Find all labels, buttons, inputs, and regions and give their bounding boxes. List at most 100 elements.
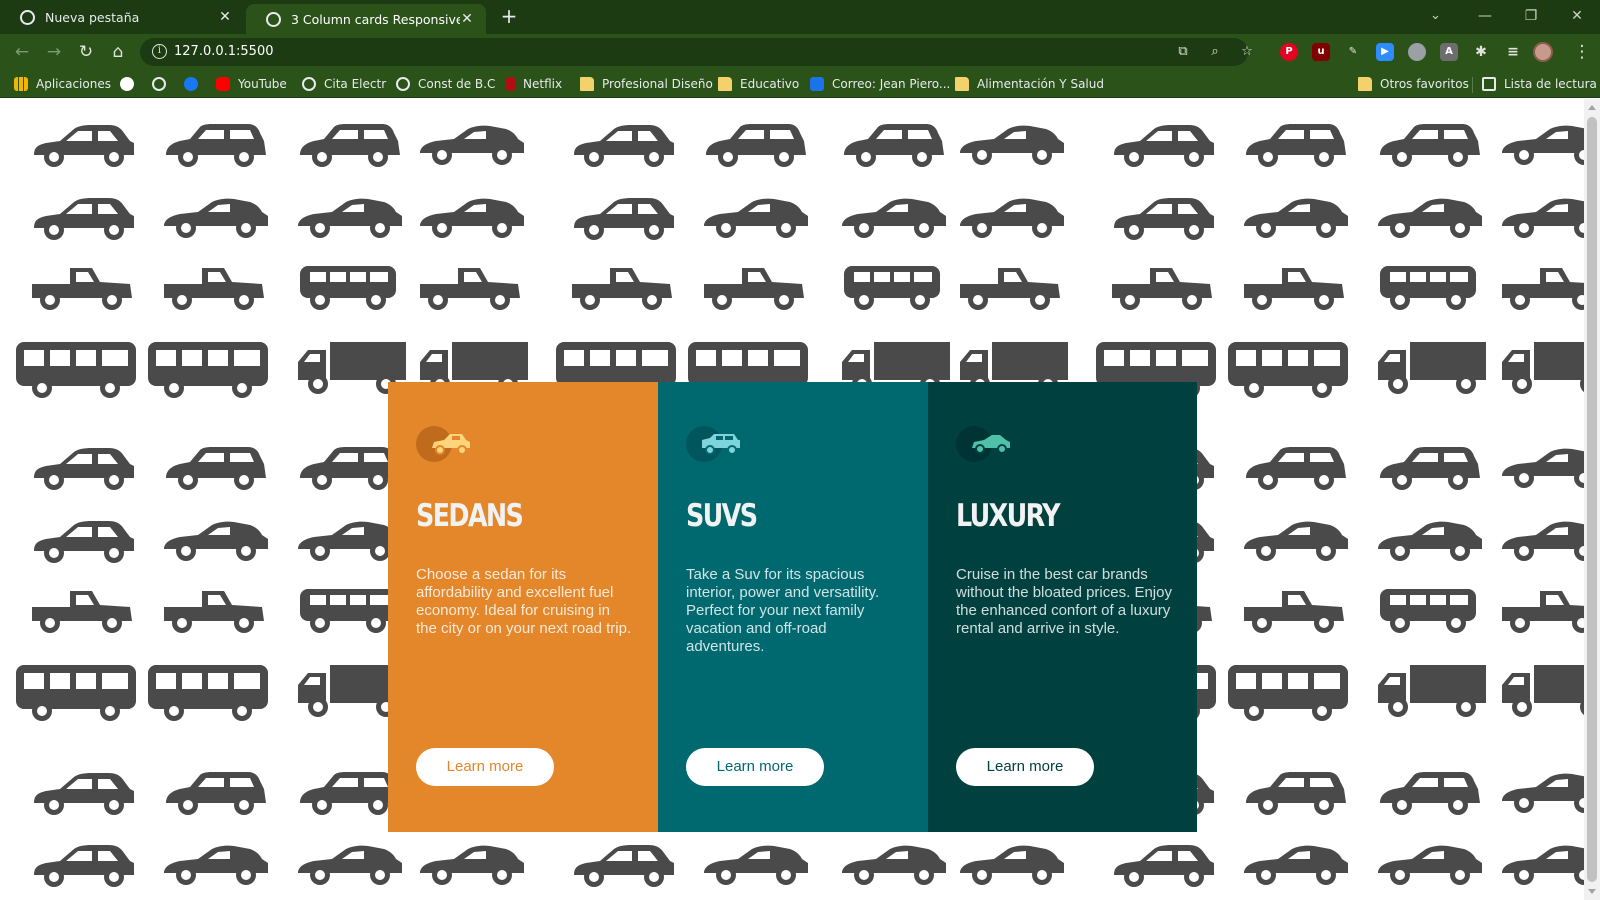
car-silhouette-icon [1502,521,1584,561]
bookmark-star-icon[interactable]: ☆ [1238,43,1256,61]
suv-car-icon [686,424,750,464]
car-silhouette-icon [164,268,264,310]
car-silhouette-icon [1380,589,1476,633]
car-silhouette-icon [420,198,524,238]
card-description-suvs: Take a Suv for its spacious interior, po… [686,566,880,655]
ublock-icon[interactable]: u [1312,43,1330,61]
bookmark-profesional-diseno[interactable]: Profesional Diseño [580,75,713,93]
bookmark-facebook[interactable] [184,75,206,93]
car-silhouette-icon [1380,266,1476,310]
bookmark-educativo[interactable]: Educativo [718,75,799,93]
bookmark-google[interactable] [120,75,142,93]
car-silhouette-icon [1502,665,1584,717]
car-silhouette-icon [1502,342,1584,394]
car-silhouette-icon [1244,198,1348,238]
new-tab-button[interactable]: + [498,6,520,28]
globe-icon [302,77,316,91]
minimize-icon[interactable]: — [1470,5,1500,27]
bookmark-correo[interactable]: Correo: Jean Piero... [810,75,950,93]
home-icon[interactable]: ⌂ [106,40,130,64]
card-title-suvs: SUVS [686,498,758,534]
learn-more-button-sedans[interactable]: Learn more [416,748,554,786]
url-text[interactable]: 127.0.0.1:5500 [174,44,274,59]
pinterest-icon[interactable]: P [1280,43,1298,61]
extension-icon[interactable] [1408,43,1426,61]
reload-icon[interactable]: ↻ [74,40,98,64]
tab-3-column-cards[interactable]: 3 Column cards Responsive ✕ [246,4,486,34]
tab-nueva-pestana[interactable]: Nueva pestaña ✕ [0,0,244,34]
car-silhouette-icon [1502,268,1584,310]
car-silhouette-icon [298,521,402,561]
bookmark-aplicaciones[interactable]: Aplicaciones [14,75,111,93]
car-silhouette-icon [1378,665,1486,717]
back-icon[interactable]: ← [10,40,34,64]
restore-icon[interactable]: ❐ [1516,5,1546,27]
page-scrollbar[interactable] [1584,99,1600,900]
globe-icon [396,77,410,91]
car-silhouette-icon [1228,342,1348,398]
car-silhouette-icon [960,125,1064,165]
bookmark-youtube[interactable]: YouTube [216,75,287,93]
card-title-sedans: SEDANS [416,498,524,534]
car-silhouette-icon [1244,845,1348,885]
outlook-icon [810,77,824,91]
translate-icon[interactable]: ⧉ [1174,43,1192,61]
forward-icon[interactable]: → [42,40,66,64]
profile-avatar[interactable] [1533,42,1553,62]
menu-icon[interactable]: ⋮ [1570,40,1594,64]
car-silhouette-icon [300,772,400,815]
car-silhouette-icon [148,342,268,398]
zoom-icon[interactable]: ⌕ [1206,43,1224,61]
pen-extension-icon[interactable]: ✎ [1344,43,1362,61]
learn-more-button-suvs[interactable]: Learn more [686,748,824,786]
car-silhouette-icon [300,589,396,633]
zoom-meetings-icon[interactable]: ▶ [1376,43,1394,61]
facebook-icon [184,77,198,91]
card-suvs: SUVS Take a Suv for its spacious interio… [658,382,928,832]
car-silhouette-icon [1380,772,1480,815]
car-silhouette-icon [34,448,134,490]
folder-icon [580,77,594,91]
car-silhouette-icon [1244,268,1344,310]
car-silhouette-icon [16,665,136,721]
bookmark-globe[interactable] [152,75,174,93]
car-silhouette-icon [1246,124,1346,167]
car-silhouette-icon [842,198,946,238]
bookmark-otros-favoritos[interactable]: Otros favoritos [1358,75,1469,93]
bookmark-cita-electr[interactable]: Cita Electr [302,75,386,93]
close-icon[interactable]: ✕ [218,9,232,25]
car-silhouette-icon [1246,447,1346,490]
bookmark-netflix[interactable]: Netflix [506,75,562,93]
acrobat-icon[interactable]: A [1440,43,1458,61]
car-silhouette-icon [420,268,520,310]
car-silhouette-icon [298,845,402,885]
site-info-icon[interactable]: i [152,44,167,59]
learn-more-button-luxury[interactable]: Learn more [956,748,1094,786]
car-silhouette-icon [574,125,674,167]
chrome-icon [20,9,35,25]
car-silhouette-icon [16,342,136,398]
bookmark-alimentacion[interactable]: Alimentación Y Salud [955,75,1104,93]
car-silhouette-icon [1380,447,1480,490]
bookmarks-divider [1472,77,1473,93]
scroll-up-arrow-icon[interactable] [1588,105,1596,110]
extensions-puzzle-icon[interactable]: ✱ [1472,43,1490,61]
media-control-icon[interactable]: ≡ [1504,43,1522,61]
window-close-icon[interactable]: ✕ [1562,5,1592,27]
car-silhouette-icon [1380,124,1480,167]
scroll-down-arrow-icon[interactable] [1588,889,1596,894]
car-silhouette-icon [1502,845,1584,885]
close-icon[interactable]: ✕ [460,11,474,27]
bookmark-const-bc[interactable]: Const de B.C [396,75,495,93]
car-silhouette-icon [1502,125,1584,165]
tab-search-icon[interactable]: ⌄ [1430,8,1441,23]
reading-list-button[interactable]: Lista de lectura [1482,75,1597,93]
folder-icon [1358,77,1372,91]
car-silhouette-icon [1114,845,1214,887]
card-luxury: LUXURY Cruise in the best car brands wit… [928,382,1197,832]
card-description-luxury: Cruise in the best car brands without th… [956,566,1172,637]
car-silhouette-icon [420,125,524,165]
scroll-thumb[interactable] [1587,117,1597,882]
address-bar[interactable]: i 127.0.0.1:5500 ⧉ ⌕ ☆ [140,38,1253,66]
car-silhouette-icon [32,268,132,310]
